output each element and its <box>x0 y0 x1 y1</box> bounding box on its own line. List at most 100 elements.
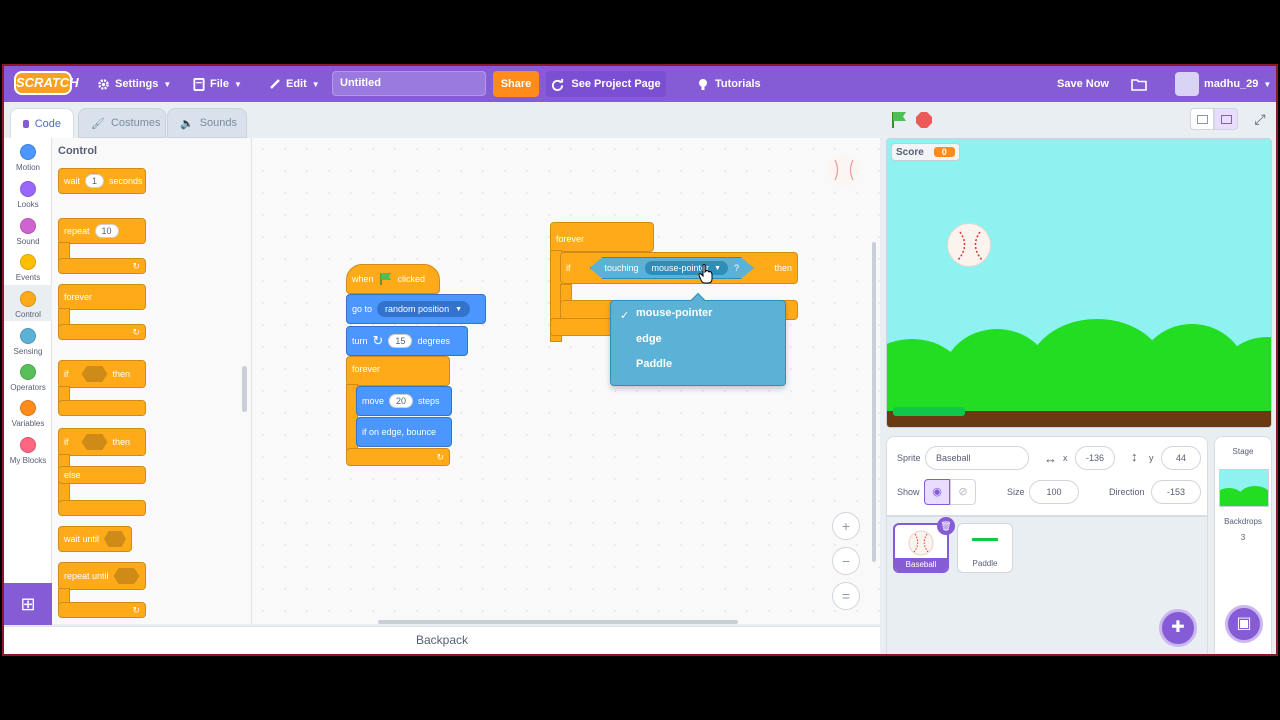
size-label: Size <box>1007 487 1025 497</box>
scripts-area[interactable]: when clicked go to random position ▼ tur… <box>252 138 880 624</box>
tab-sounds[interactable]: 🔈 Sounds <box>167 108 247 138</box>
stage-panel-title: Stage <box>1232 447 1254 456</box>
zoom-out-button[interactable]: − <box>832 547 860 575</box>
sprite-name-input[interactable]: Baseball <box>925 446 1029 470</box>
turn-block[interactable]: turn ↻ 15 degrees <box>346 326 468 356</box>
vertical-scrollbar[interactable] <box>872 242 876 562</box>
tab-costumes[interactable]: 🖌 Costumes <box>78 108 166 138</box>
block-text: then <box>774 263 792 273</box>
palette-scrollbar[interactable] <box>242 366 247 412</box>
stage-target-panel[interactable]: Stage Backdrops 3 ▣ <box>1214 436 1272 654</box>
touching-dropdown[interactable]: mouse-pointer ▼ <box>644 261 728 275</box>
trash-icon: 🗑 <box>940 521 952 531</box>
dropdown-option-edge[interactable]: edge <box>636 333 662 345</box>
condition-slot[interactable] <box>81 434 108 450</box>
block-text: ? <box>734 263 740 273</box>
palette-section-title: Control <box>58 145 98 157</box>
forever-block[interactable]: forever ↻ <box>58 284 146 342</box>
choose-sprite-button[interactable]: ✚ <box>1159 609 1197 647</box>
size-input[interactable]: 100 <box>1029 480 1079 504</box>
file-menu[interactable]: File ▼ <box>193 66 242 102</box>
touching-dropdown-menu: ✓ mouse-pointer edge Paddle <box>610 292 786 386</box>
category-sensing[interactable]: Sensing <box>4 328 52 356</box>
sprite-thumbnail-baseball[interactable]: Baseball 🗑 <box>893 517 955 573</box>
username: madhu_29 <box>1204 78 1259 90</box>
tutorials-button[interactable]: Tutorials <box>696 66 761 102</box>
zoom-in-button[interactable]: + <box>832 512 860 540</box>
condition-slot[interactable] <box>104 531 126 547</box>
condition-slot[interactable] <box>81 366 108 382</box>
wait-until-block[interactable]: wait until <box>58 526 132 552</box>
dropdown-option-paddle[interactable]: Paddle <box>636 358 672 370</box>
repeat-until-block[interactable]: repeat until ↻ <box>58 562 146 620</box>
wait-block[interactable]: wait 1 seconds <box>58 168 146 194</box>
repeat-block[interactable]: repeat 10 ↻ <box>58 218 146 274</box>
see-project-page-button[interactable]: See Project Page <box>546 71 666 97</box>
if-then-block[interactable]: if touching mouse-pointer ▼ ? then <box>560 252 798 284</box>
move-input[interactable]: 20 <box>389 394 414 408</box>
score-value: 0 <box>933 147 955 157</box>
dropdown-option-mouse-pointer[interactable]: mouse-pointer <box>636 307 712 319</box>
zoom-reset-button[interactable]: = <box>832 582 860 610</box>
category-motion[interactable]: Motion <box>4 144 52 172</box>
if-header: if then <box>58 428 146 456</box>
category-control[interactable]: Control <box>4 285 52 321</box>
repeat-input[interactable]: 10 <box>94 224 119 238</box>
c-footer: ↻ <box>58 258 146 274</box>
chevron-down-icon: ▼ <box>455 305 463 313</box>
touching-block[interactable]: touching mouse-pointer ▼ ? <box>589 257 755 279</box>
if-then-block[interactable]: if then <box>58 360 146 418</box>
turn-input[interactable]: 15 <box>388 334 413 348</box>
wait-input[interactable]: 1 <box>85 174 105 188</box>
choose-backdrop-button[interactable]: ▣ <box>1225 605 1263 643</box>
horizontal-scrollbar[interactable] <box>378 620 738 624</box>
when-flag-clicked-block[interactable]: when clicked <box>346 264 440 294</box>
block-text: steps <box>418 396 440 406</box>
project-title-input[interactable]: Untitled <box>332 71 486 96</box>
add-extension-button[interactable]: ⊞ <box>4 583 52 625</box>
save-now-button[interactable]: Save Now <box>1057 66 1109 102</box>
green-flag-icon[interactable] <box>890 111 908 129</box>
block-text: turn <box>352 336 368 346</box>
green-flag-script[interactable]: when clicked go to random position ▼ tur… <box>346 260 488 480</box>
score-monitor[interactable]: Score 0 <box>891 143 960 161</box>
go-to-block[interactable]: go to random position ▼ <box>346 294 486 324</box>
forever-header[interactable]: forever <box>346 356 450 386</box>
stage-canvas[interactable]: Score 0 <box>886 138 1272 428</box>
scratch-editor: SCRATCH Settings ▼ File ▼ Edit ▼ Untitle… <box>2 64 1278 656</box>
y-position-input[interactable]: 44 <box>1161 446 1201 470</box>
bounce-block[interactable]: if on edge, bounce <box>356 417 452 447</box>
account-menu[interactable]: madhu_29 ▼ <box>1175 66 1271 102</box>
category-variables[interactable]: Variables <box>4 400 52 428</box>
show-sprite-button[interactable]: ◉ <box>924 479 950 505</box>
sprite-thumbnail-paddle[interactable]: Paddle <box>957 523 1013 573</box>
category-sound[interactable]: Sound <box>4 218 52 246</box>
category-operators[interactable]: Operators <box>4 364 52 392</box>
my-stuff-button[interactable] <box>1131 66 1147 102</box>
forever-header[interactable]: forever <box>550 222 654 252</box>
share-button[interactable]: Share <box>493 71 539 97</box>
category-looks[interactable]: Looks <box>4 181 52 209</box>
if-else-block[interactable]: if then else <box>58 428 146 518</box>
small-stage-button[interactable] <box>1190 108 1214 130</box>
baseball-icon <box>957 231 983 261</box>
fullscreen-button[interactable]: ⤢ <box>1248 108 1272 130</box>
edit-menu[interactable]: Edit ▼ <box>269 66 320 102</box>
tab-code[interactable]: Code <box>10 108 74 138</box>
hide-sprite-button[interactable]: ⊘ <box>950 479 976 505</box>
x-position-input[interactable]: -136 <box>1075 446 1115 470</box>
backpack-panel[interactable]: Backpack <box>4 626 880 654</box>
direction-input[interactable]: -153 <box>1151 480 1201 504</box>
scratch-logo[interactable]: SCRATCH <box>14 71 79 95</box>
move-block[interactable]: move 20 steps <box>356 386 452 416</box>
normal-stage-button[interactable] <box>1214 108 1238 130</box>
go-to-dropdown[interactable]: random position ▼ <box>377 301 471 317</box>
settings-menu[interactable]: Settings ▼ <box>97 66 171 102</box>
delete-sprite-button[interactable]: 🗑 <box>937 517 955 535</box>
stop-icon[interactable] <box>915 111 933 129</box>
direction-label: Direction <box>1109 487 1145 497</box>
condition-slot[interactable] <box>113 568 140 584</box>
category-my-blocks[interactable]: My Blocks <box>4 437 52 465</box>
category-events[interactable]: Events <box>4 254 52 282</box>
tab-costumes-label: Costumes <box>110 117 161 129</box>
